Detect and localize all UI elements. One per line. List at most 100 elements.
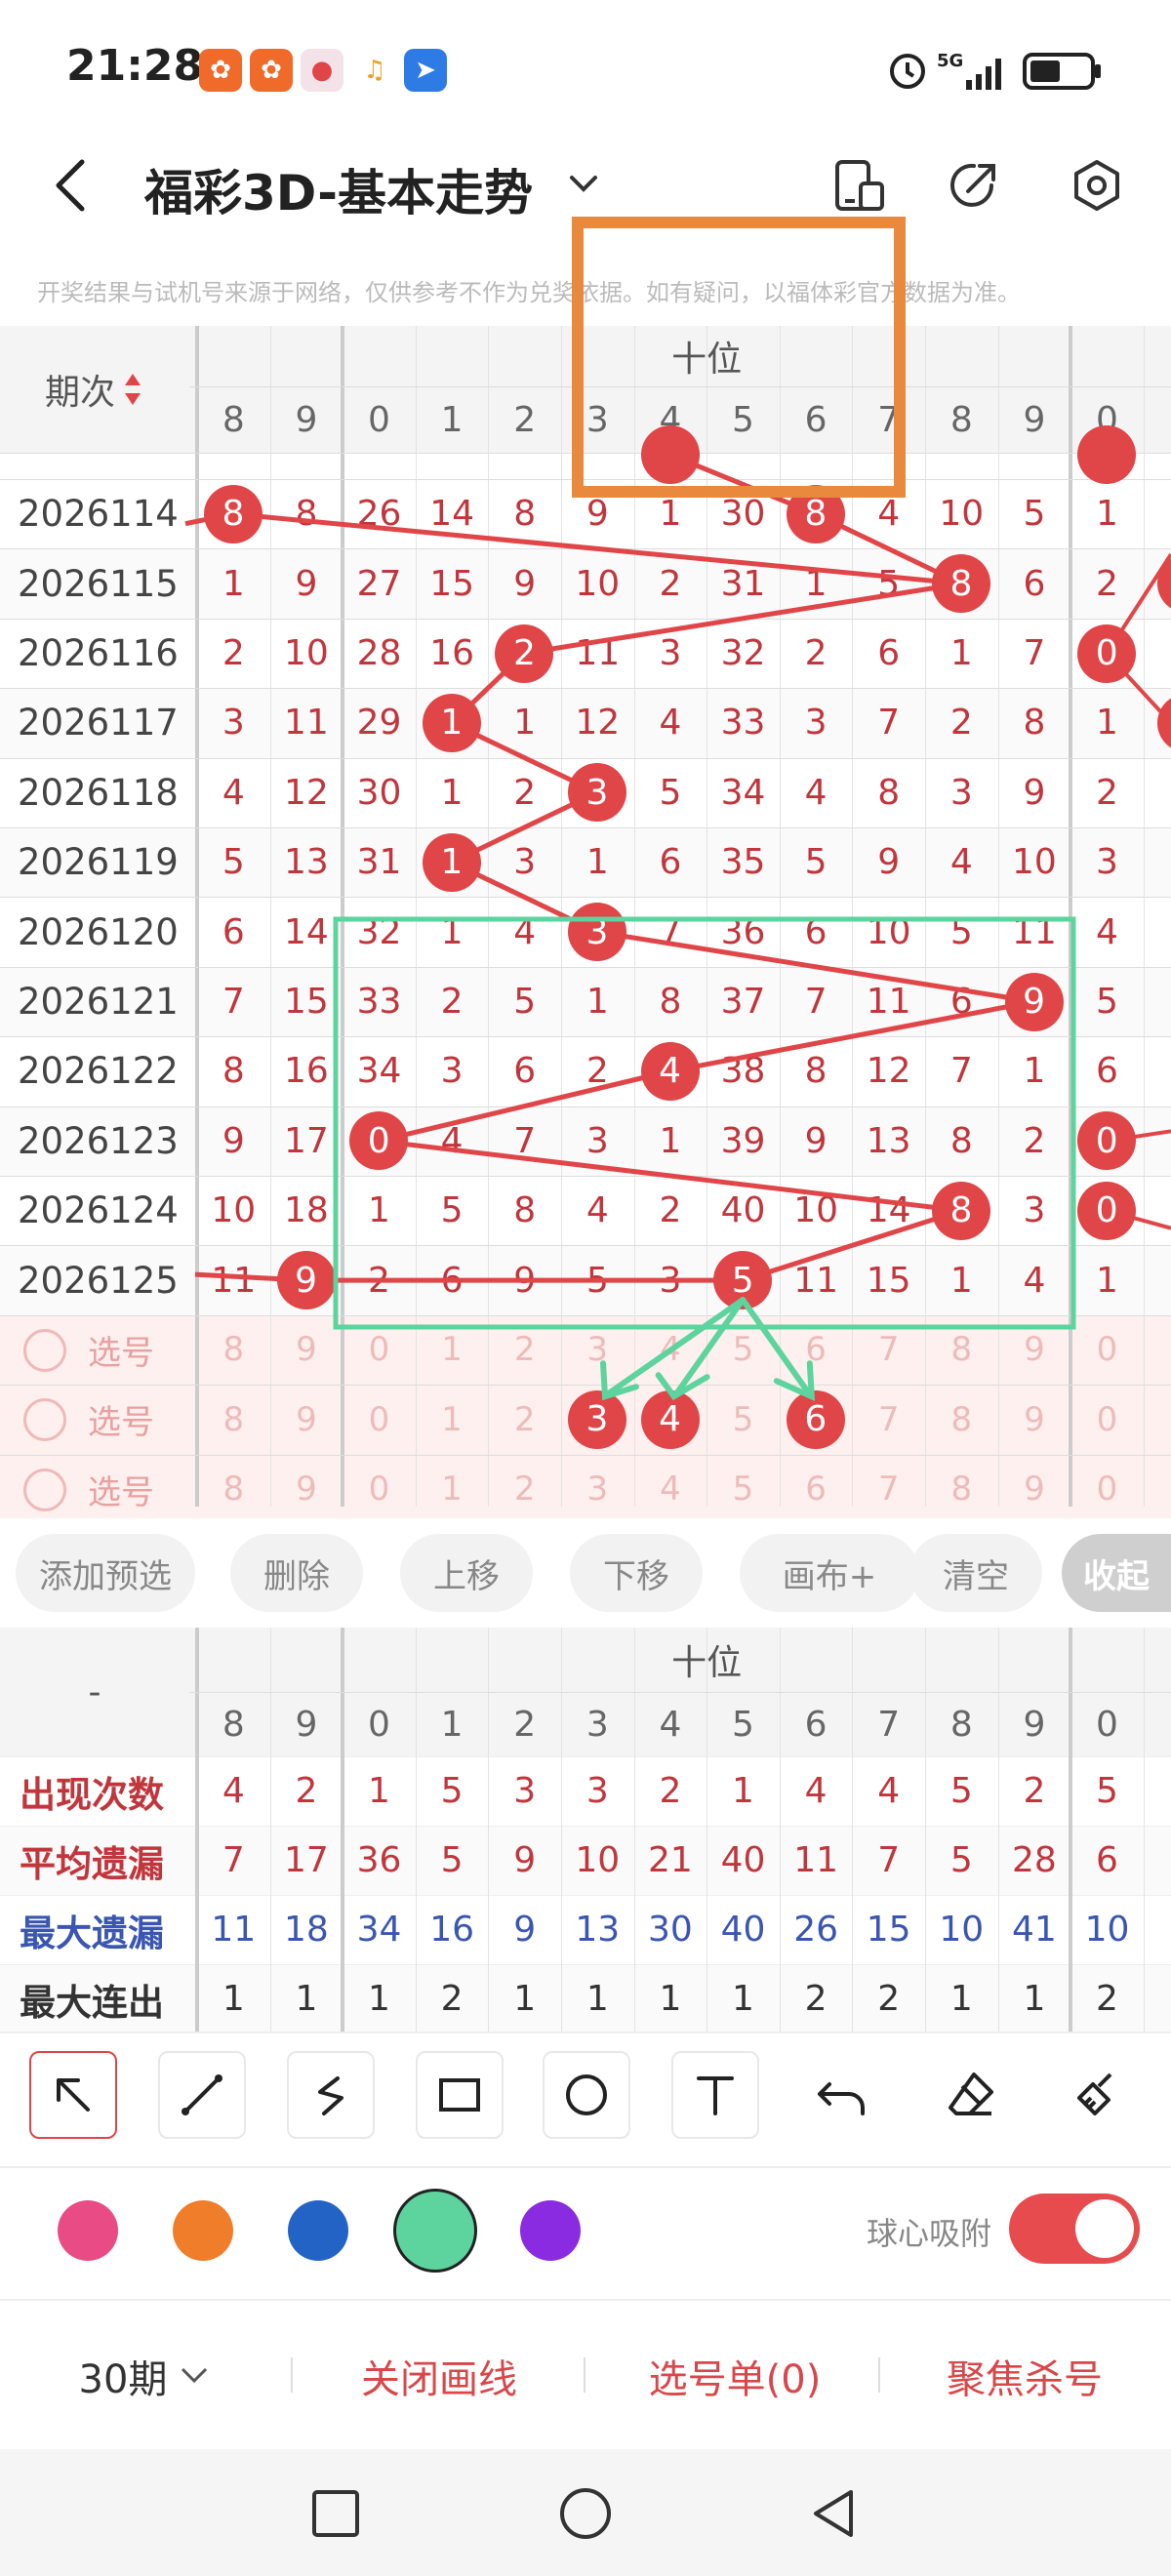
trend-cell: 5 [222, 842, 245, 883]
rectangle-tool[interactable] [416, 2051, 504, 2139]
trend-cell: 9 [222, 1120, 245, 1161]
stats-cell: 1 [368, 1979, 390, 2019]
select-number-cell[interactable]: 1 [416, 1385, 489, 1454]
selected-number-ball[interactable]: 4 [640, 1389, 700, 1449]
back-icon[interactable] [51, 156, 90, 215]
select-number-cell[interactable]: 9 [270, 1455, 343, 1524]
trend-ball: 8 [204, 484, 262, 543]
share-icon[interactable] [945, 156, 1003, 215]
select-number-cell[interactable]: 1 [416, 1315, 489, 1385]
period-select[interactable]: 30期 [59, 2342, 234, 2410]
select-number-cell[interactable]: 8 [925, 1385, 998, 1454]
select-checkbox[interactable] [23, 1398, 66, 1442]
trend-ball: 8 [932, 554, 990, 614]
select-number-cell[interactable]: 2 [488, 1385, 561, 1454]
select-checkbox[interactable] [23, 1328, 66, 1372]
nav-back-icon[interactable] [808, 2486, 859, 2541]
curve-tool[interactable] [287, 2051, 375, 2139]
select-number-cell[interactable]: 0 [343, 1455, 416, 1524]
select-number-cell[interactable]: 0 [1070, 1385, 1144, 1454]
select-number-cell[interactable]: 3 [561, 1315, 634, 1385]
action-button[interactable]: 添加预选 [16, 1534, 195, 1612]
select-number-cell[interactable]: 4 [634, 1315, 707, 1385]
trend-cell: 8 [877, 772, 901, 813]
select-number-cell[interactable]: 9 [998, 1385, 1071, 1454]
undo-icon[interactable] [816, 2071, 868, 2119]
selected-number-ball[interactable]: 3 [568, 1389, 626, 1449]
eraser-icon[interactable] [945, 2069, 997, 2121]
stats-cell: 1 [732, 1979, 754, 2019]
broom-icon[interactable] [1071, 2069, 1124, 2121]
select-number-cell[interactable]: 7 [852, 1315, 925, 1385]
select-number-cell[interactable]: 8 [925, 1315, 998, 1385]
trend-cell: 7 [659, 911, 682, 952]
select-number-cell[interactable]: 5 [707, 1385, 780, 1454]
settings-icon[interactable] [1068, 156, 1126, 215]
trend-cell: 12 [866, 1051, 911, 1092]
select-number-cell[interactable]: 0 [1070, 1315, 1144, 1385]
chevron-down-icon[interactable] [566, 166, 601, 201]
select-number-cell[interactable]: 9 [270, 1315, 343, 1385]
focus-kill-button[interactable]: 聚焦杀号 [908, 2342, 1142, 2410]
select-number-cell[interactable]: 8 [197, 1315, 270, 1385]
select-number-cell[interactable]: 0 [343, 1315, 416, 1385]
select-number-cell[interactable]: 8 [197, 1455, 270, 1524]
trend-cell: 2 [513, 772, 537, 813]
color-swatch[interactable] [173, 2200, 233, 2261]
select-number-cell[interactable]: 8 [925, 1455, 998, 1524]
line-tool[interactable] [158, 2051, 246, 2139]
close-draw-button[interactable]: 关闭画线 [322, 2342, 556, 2410]
select-list-button[interactable]: 选号单(0) [613, 2342, 857, 2410]
stats-cell: 1 [513, 1979, 537, 2019]
select-number-cell[interactable]: 7 [852, 1385, 925, 1454]
circle-tool[interactable] [543, 2051, 630, 2139]
select-number-cell[interactable]: 9 [998, 1315, 1071, 1385]
color-swatch[interactable] [520, 2200, 581, 2261]
trend-cell: 6 [440, 1260, 464, 1301]
select-number-cell[interactable]: 1 [416, 1455, 489, 1524]
stats-cell: 10 [1084, 1910, 1130, 1950]
select-number-cell[interactable]: 7 [852, 1455, 925, 1524]
select-number-cell[interactable]: 9 [998, 1455, 1071, 1524]
select-arrow-tool[interactable] [29, 2051, 117, 2139]
select-number-cell[interactable]: 5 [707, 1455, 780, 1524]
select-number-cell[interactable]: 4 [634, 1455, 707, 1524]
action-button[interactable]: 删除 [230, 1534, 363, 1612]
select-number-cell[interactable]: 3 [561, 1455, 634, 1524]
color-swatch[interactable] [393, 2189, 477, 2273]
stats-cell: 10 [575, 1840, 621, 1880]
color-swatch[interactable] [58, 2200, 118, 2261]
select-number-cell[interactable]: 6 [780, 1455, 853, 1524]
color-swatch[interactable] [288, 2200, 348, 2261]
select-number-cell[interactable]: 0 [1070, 1455, 1144, 1524]
trend-cell: 9 [295, 563, 318, 604]
action-button[interactable]: 下移 [570, 1534, 703, 1612]
text-tool[interactable] [671, 2051, 759, 2139]
stats-cell: 17 [283, 1840, 329, 1880]
select-number-cell[interactable]: 2 [488, 1315, 561, 1385]
action-button[interactable]: 清空 [909, 1534, 1042, 1612]
trend-cell: 30 [356, 772, 402, 813]
grid-line-v [269, 1756, 271, 2033]
rotate-screen-icon[interactable] [829, 156, 888, 215]
select-number-cell[interactable]: 2 [488, 1455, 561, 1524]
app-notification-icon: ➤ [404, 49, 447, 92]
grid-line-v [1143, 326, 1145, 1507]
recent-apps-icon[interactable] [310, 2488, 361, 2539]
action-button[interactable]: 画布+ [740, 1534, 919, 1612]
selected-number-ball[interactable]: 6 [786, 1389, 845, 1449]
stats-cell: 18 [283, 1910, 329, 1950]
select-number-cell[interactable]: 0 [343, 1385, 416, 1454]
home-icon[interactable] [558, 2486, 613, 2541]
collapse-button[interactable]: 收起 [1062, 1534, 1171, 1612]
select-number-cell[interactable]: 9 [270, 1385, 343, 1454]
select-number-cell[interactable]: 5 [707, 1315, 780, 1385]
page-title[interactable]: 福彩3D-基本走势 [144, 154, 533, 224]
trend-cell: 3 [440, 1051, 464, 1092]
snap-toggle[interactable] [1009, 2194, 1140, 2264]
select-number-cell[interactable]: 6 [780, 1315, 853, 1385]
action-button[interactable]: 上移 [400, 1534, 533, 1612]
select-checkbox[interactable] [23, 1468, 66, 1511]
select-number-cell[interactable]: 8 [197, 1385, 270, 1454]
stats-cell: 5 [440, 1771, 464, 1811]
